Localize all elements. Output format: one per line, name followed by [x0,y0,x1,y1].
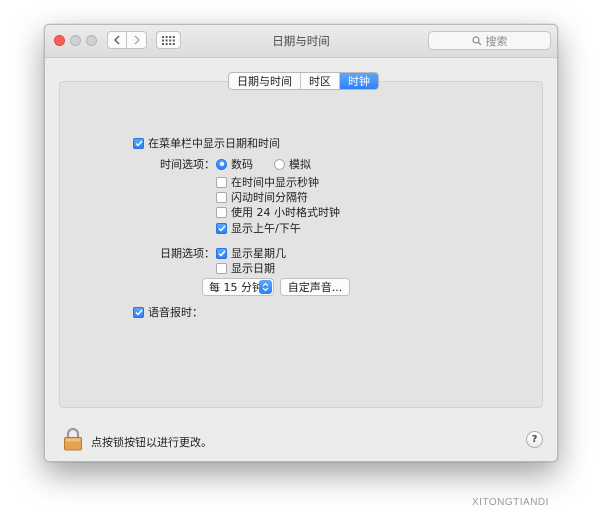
lock-icon [64,427,82,451]
preferences-window: 日期与时间 搜索 日期与时间 时区 时钟 在菜单栏中显示日期和时间 时间选项： … [44,24,558,462]
analog-radio-row[interactable]: 模拟 [274,156,311,172]
announce-time-label: 语音报时： [148,306,203,319]
digital-radio-row[interactable]: 数码 [216,156,253,172]
show-date-row[interactable]: 显示日期 [216,260,275,276]
show-am-pm-row[interactable]: 显示上午/下午 [216,220,301,236]
clock-panel: 在菜单栏中显示日期和时间 时间选项： 数码 模拟 在时间中显示秒钟 闪动时间分隔… [59,81,543,408]
announce-time-row[interactable]: 语音报时： [133,304,203,320]
digital-label: 数码 [231,158,253,171]
checkmark-icon [134,140,143,147]
tab-bar: 日期与时间 时区 时钟 [228,72,379,90]
show-am-pm-checkbox[interactable] [216,222,227,234]
analog-label: 模拟 [289,158,311,171]
use-24-hour-label: 使用 24 小时格式时钟 [231,206,340,219]
tab-time-zone[interactable]: 时区 [301,73,340,89]
search-placeholder: 搜索 [485,34,508,48]
show-seconds-checkbox[interactable] [216,176,227,188]
help-button[interactable]: ? [526,431,543,448]
checkmark-icon [217,250,226,257]
show-in-menubar-checkbox[interactable] [133,137,144,149]
date-options-label: 日期选项： [160,247,215,260]
date-options-label-row: 日期选项： [160,245,215,261]
tab-clock[interactable]: 时钟 [340,73,378,89]
show-date-label: 显示日期 [231,262,275,275]
footer-bar: 点按锁按钮以进行更改。 ? [45,413,557,461]
show-seconds-row[interactable]: 在时间中显示秒钟 [216,174,319,190]
search-field[interactable]: 搜索 [428,31,551,50]
customize-voice-button[interactable]: 自定声音... [280,278,350,296]
use-24-hour-checkbox[interactable] [216,206,227,218]
show-weekday-row[interactable]: 显示星期几 [216,245,286,261]
show-in-menubar-row[interactable]: 在菜单栏中显示日期和时间 [133,135,280,151]
checkmark-icon [217,225,226,232]
flash-separators-label: 闪动时间分隔符 [231,191,308,204]
tab-date-time[interactable]: 日期与时间 [229,73,301,89]
show-date-checkbox[interactable] [216,262,227,274]
time-options-label-row: 时间选项： [160,156,215,172]
time-options-label: 时间选项： [160,158,215,171]
announce-time-checkbox[interactable] [133,306,144,318]
show-in-menubar-label: 在菜单栏中显示日期和时间 [148,137,280,150]
lock-hint-text: 点按锁按钮以进行更改。 [91,436,212,449]
lock-button[interactable] [63,427,83,451]
help-icon: ? [531,434,538,445]
watermark: XITONGTIANDI [472,497,549,508]
show-weekday-checkbox[interactable] [216,247,227,259]
title-bar: 日期与时间 搜索 [45,25,557,58]
announce-interval-select[interactable]: 每 15 分钟 [202,278,274,296]
announce-interval-value: 每 15 分钟 [209,281,263,294]
analog-radio[interactable] [274,158,285,170]
use-24-hour-row[interactable]: 使用 24 小时格式时钟 [216,204,340,220]
flash-separators-checkbox[interactable] [216,191,227,203]
show-seconds-label: 在时间中显示秒钟 [231,176,319,189]
flash-separators-row[interactable]: 闪动时间分隔符 [216,189,308,205]
checkmark-icon [134,309,143,316]
show-am-pm-label: 显示上午/下午 [231,222,301,235]
select-arrows-icon [259,280,272,294]
show-weekday-label: 显示星期几 [231,247,286,260]
search-icon [471,35,481,45]
digital-radio[interactable] [216,158,227,170]
